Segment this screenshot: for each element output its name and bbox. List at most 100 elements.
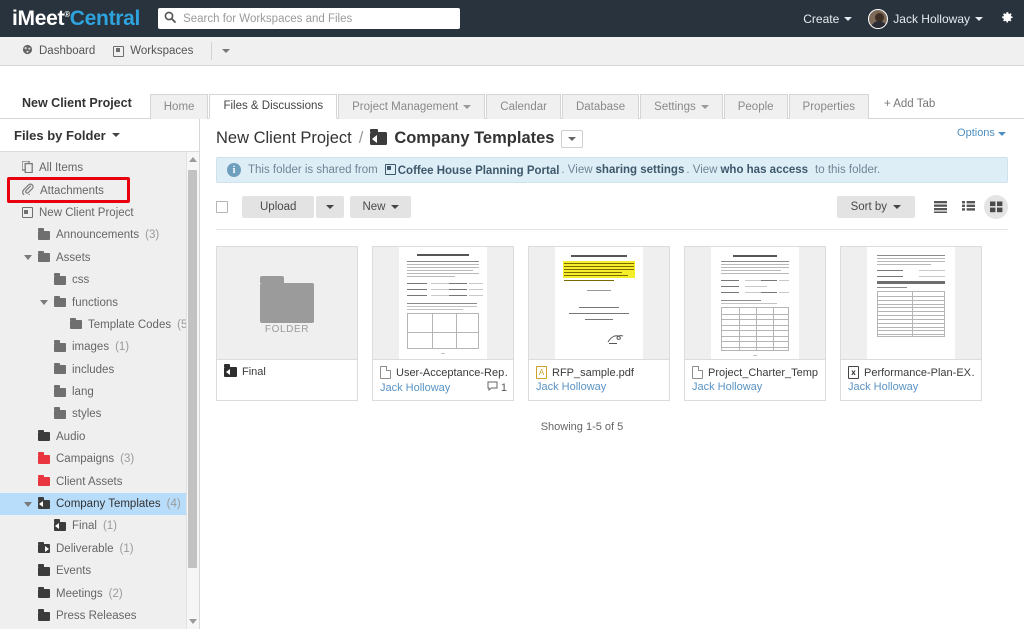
tab-people[interactable]: People bbox=[723, 94, 788, 119]
expand-collapse-caret-icon[interactable] bbox=[24, 501, 32, 507]
scroll-down-icon[interactable] bbox=[188, 619, 197, 624]
sidebar-item-client-assets[interactable]: Client Assets bbox=[0, 470, 199, 492]
file-card[interactable]: FOLDER Final bbox=[216, 246, 358, 401]
comment-count[interactable]: 1 bbox=[487, 381, 507, 394]
all-items-icon bbox=[21, 160, 33, 176]
sidebar-scrollbar[interactable] bbox=[186, 152, 199, 629]
sidebar-item-company-templates[interactable]: Company Templates (4) bbox=[0, 492, 199, 516]
file-owner[interactable]: Jack Holloway bbox=[848, 381, 918, 393]
sidebar-item-label: Campaigns bbox=[56, 453, 115, 466]
notice-source-workspace[interactable]: Coffee House Planning Portal bbox=[384, 163, 559, 177]
sidebar-item-count: (4) bbox=[166, 498, 181, 511]
new-label: New bbox=[362, 201, 386, 213]
file-card[interactable]: x Performance-Plan-EX… Jack Holloway bbox=[840, 246, 982, 401]
sidebar-item-new-client-project[interactable]: New Client Project bbox=[0, 202, 199, 224]
detail-view-icon[interactable] bbox=[956, 195, 980, 219]
sidebar-header-dropdown[interactable]: Files by Folder bbox=[0, 119, 199, 152]
expand-collapse-caret-icon[interactable] bbox=[40, 300, 48, 306]
user-menu[interactable]: Jack Holloway bbox=[868, 8, 983, 29]
sidebar-item-deliverable[interactable]: Deliverable (1) bbox=[0, 538, 199, 560]
add-tab-button[interactable]: + Add Tab bbox=[870, 98, 945, 118]
file-name[interactable]: User-Acceptance-Rep… bbox=[396, 367, 507, 379]
file-name[interactable]: Project_Charter_Temp… bbox=[708, 367, 819, 379]
sidebar-item-label: All Items bbox=[39, 162, 84, 175]
tab-calendar[interactable]: Calendar bbox=[486, 94, 561, 119]
breadcrumb-parent[interactable]: New Client Project bbox=[216, 129, 352, 148]
workspace-icon bbox=[384, 163, 396, 175]
file-thumbnail[interactable] bbox=[841, 247, 981, 360]
sidebar-item-press-releases[interactable]: Press Releases bbox=[0, 605, 199, 627]
tab-properties[interactable]: Properties bbox=[788, 94, 869, 119]
sharing-settings-link[interactable]: sharing settings bbox=[596, 164, 685, 176]
sidebar-item-campaigns[interactable]: Campaigns (3) bbox=[0, 448, 199, 470]
scrollbar-thumb[interactable] bbox=[188, 170, 197, 568]
scroll-up-icon[interactable] bbox=[188, 157, 197, 162]
folder-shared-icon bbox=[54, 519, 66, 531]
sort-by-button[interactable]: Sort by bbox=[836, 196, 915, 218]
upload-button[interactable]: Upload bbox=[242, 196, 315, 218]
sidebar-item-styles[interactable]: styles bbox=[0, 403, 199, 425]
file-owner[interactable]: Jack Holloway bbox=[536, 381, 606, 393]
file-meta: A RFP_sample.pdf Jack Holloway bbox=[529, 360, 669, 399]
file-owner-row: Jack Holloway bbox=[692, 381, 819, 393]
sidebar-item-count: (2) bbox=[108, 587, 123, 600]
list-view-icon[interactable] bbox=[928, 195, 952, 219]
grid-view-icon[interactable] bbox=[984, 195, 1008, 219]
files-toolbar: Upload New Sort by bbox=[216, 183, 1008, 230]
select-all-checkbox[interactable] bbox=[216, 201, 228, 213]
sidebar-item-template-codes[interactable]: Template Codes (5 bbox=[0, 314, 199, 336]
file-thumbnail[interactable] bbox=[685, 247, 825, 360]
sidebar-item-css[interactable]: css bbox=[0, 269, 199, 291]
sidebar-item-announcements[interactable]: Announcements (3) bbox=[0, 224, 199, 246]
view-toggle-group bbox=[928, 195, 1008, 219]
nav-workspaces[interactable]: Workspaces bbox=[113, 45, 211, 57]
tab-project-management[interactable]: Project Management bbox=[338, 94, 486, 119]
sidebar-item-events[interactable]: Events bbox=[0, 560, 199, 582]
sidebar-item-includes[interactable]: includes bbox=[0, 359, 199, 381]
who-has-access-link[interactable]: who has access bbox=[720, 164, 808, 176]
create-menu[interactable]: Create bbox=[803, 12, 853, 26]
tab-label: Calendar bbox=[500, 100, 547, 113]
file-card[interactable]: A RFP_sample.pdf Jack Holloway bbox=[528, 246, 670, 401]
sidebar-item-meetings[interactable]: Meetings (2) bbox=[0, 582, 199, 604]
sidebar-item-lang[interactable]: lang bbox=[0, 381, 199, 403]
sidebar-header-label: Files by Folder bbox=[14, 127, 106, 143]
file-card[interactable]: Project_Charter_Temp… Jack Holloway bbox=[684, 246, 826, 401]
nav-chevron-down-icon[interactable] bbox=[222, 49, 231, 53]
options-menu[interactable]: Options bbox=[957, 127, 1006, 139]
sidebar-item-all-items[interactable]: All Items bbox=[0, 157, 199, 179]
app-logo[interactable]: iMeet®Central bbox=[12, 7, 140, 31]
file-thumbnail[interactable] bbox=[373, 247, 513, 360]
nav-dashboard[interactable]: Dashboard bbox=[22, 44, 113, 58]
sidebar-item-assets[interactable]: Assets bbox=[0, 247, 199, 269]
file-owner[interactable]: Jack Holloway bbox=[380, 382, 450, 394]
expand-collapse-caret-icon[interactable] bbox=[24, 255, 32, 261]
sidebar-item-attachments[interactable]: Attachments bbox=[0, 179, 199, 201]
tab-database[interactable]: Database bbox=[561, 94, 640, 119]
sidebar-item-audio[interactable]: Audio bbox=[0, 426, 199, 448]
search-input[interactable] bbox=[181, 11, 455, 26]
file-name[interactable]: Performance-Plan-EX… bbox=[864, 367, 975, 379]
file-card[interactable]: User-Acceptance-Rep… Jack Holloway 1 bbox=[372, 246, 514, 401]
search-box[interactable] bbox=[158, 8, 461, 29]
sidebar-item-final[interactable]: Final (1) bbox=[0, 515, 199, 537]
file-thumbnail[interactable] bbox=[529, 247, 669, 360]
gear-icon[interactable] bbox=[999, 10, 1014, 28]
file-name[interactable]: RFP_sample.pdf bbox=[552, 367, 634, 379]
file-thumbnail[interactable]: FOLDER bbox=[217, 247, 357, 360]
tab-files-discussions[interactable]: Files & Discussions bbox=[209, 94, 338, 119]
file-name[interactable]: Final bbox=[242, 366, 266, 378]
sidebar-item-images[interactable]: images (1) bbox=[0, 336, 199, 358]
options-label: Options bbox=[957, 127, 995, 139]
tab-settings[interactable]: Settings bbox=[640, 94, 723, 119]
tab-label: Properties bbox=[802, 100, 855, 113]
sidebar-item-functions[interactable]: functions bbox=[0, 291, 199, 313]
sidebar-item-label: Attachments bbox=[40, 184, 104, 197]
tab-home[interactable]: Home bbox=[149, 94, 209, 119]
upload-dropdown-button[interactable] bbox=[316, 196, 345, 218]
folder-icon bbox=[54, 295, 66, 308]
chevron-down-icon bbox=[568, 136, 577, 141]
file-owner[interactable]: Jack Holloway bbox=[692, 381, 762, 393]
breadcrumb-dropdown-button[interactable] bbox=[561, 129, 584, 148]
new-button[interactable]: New bbox=[350, 196, 412, 218]
